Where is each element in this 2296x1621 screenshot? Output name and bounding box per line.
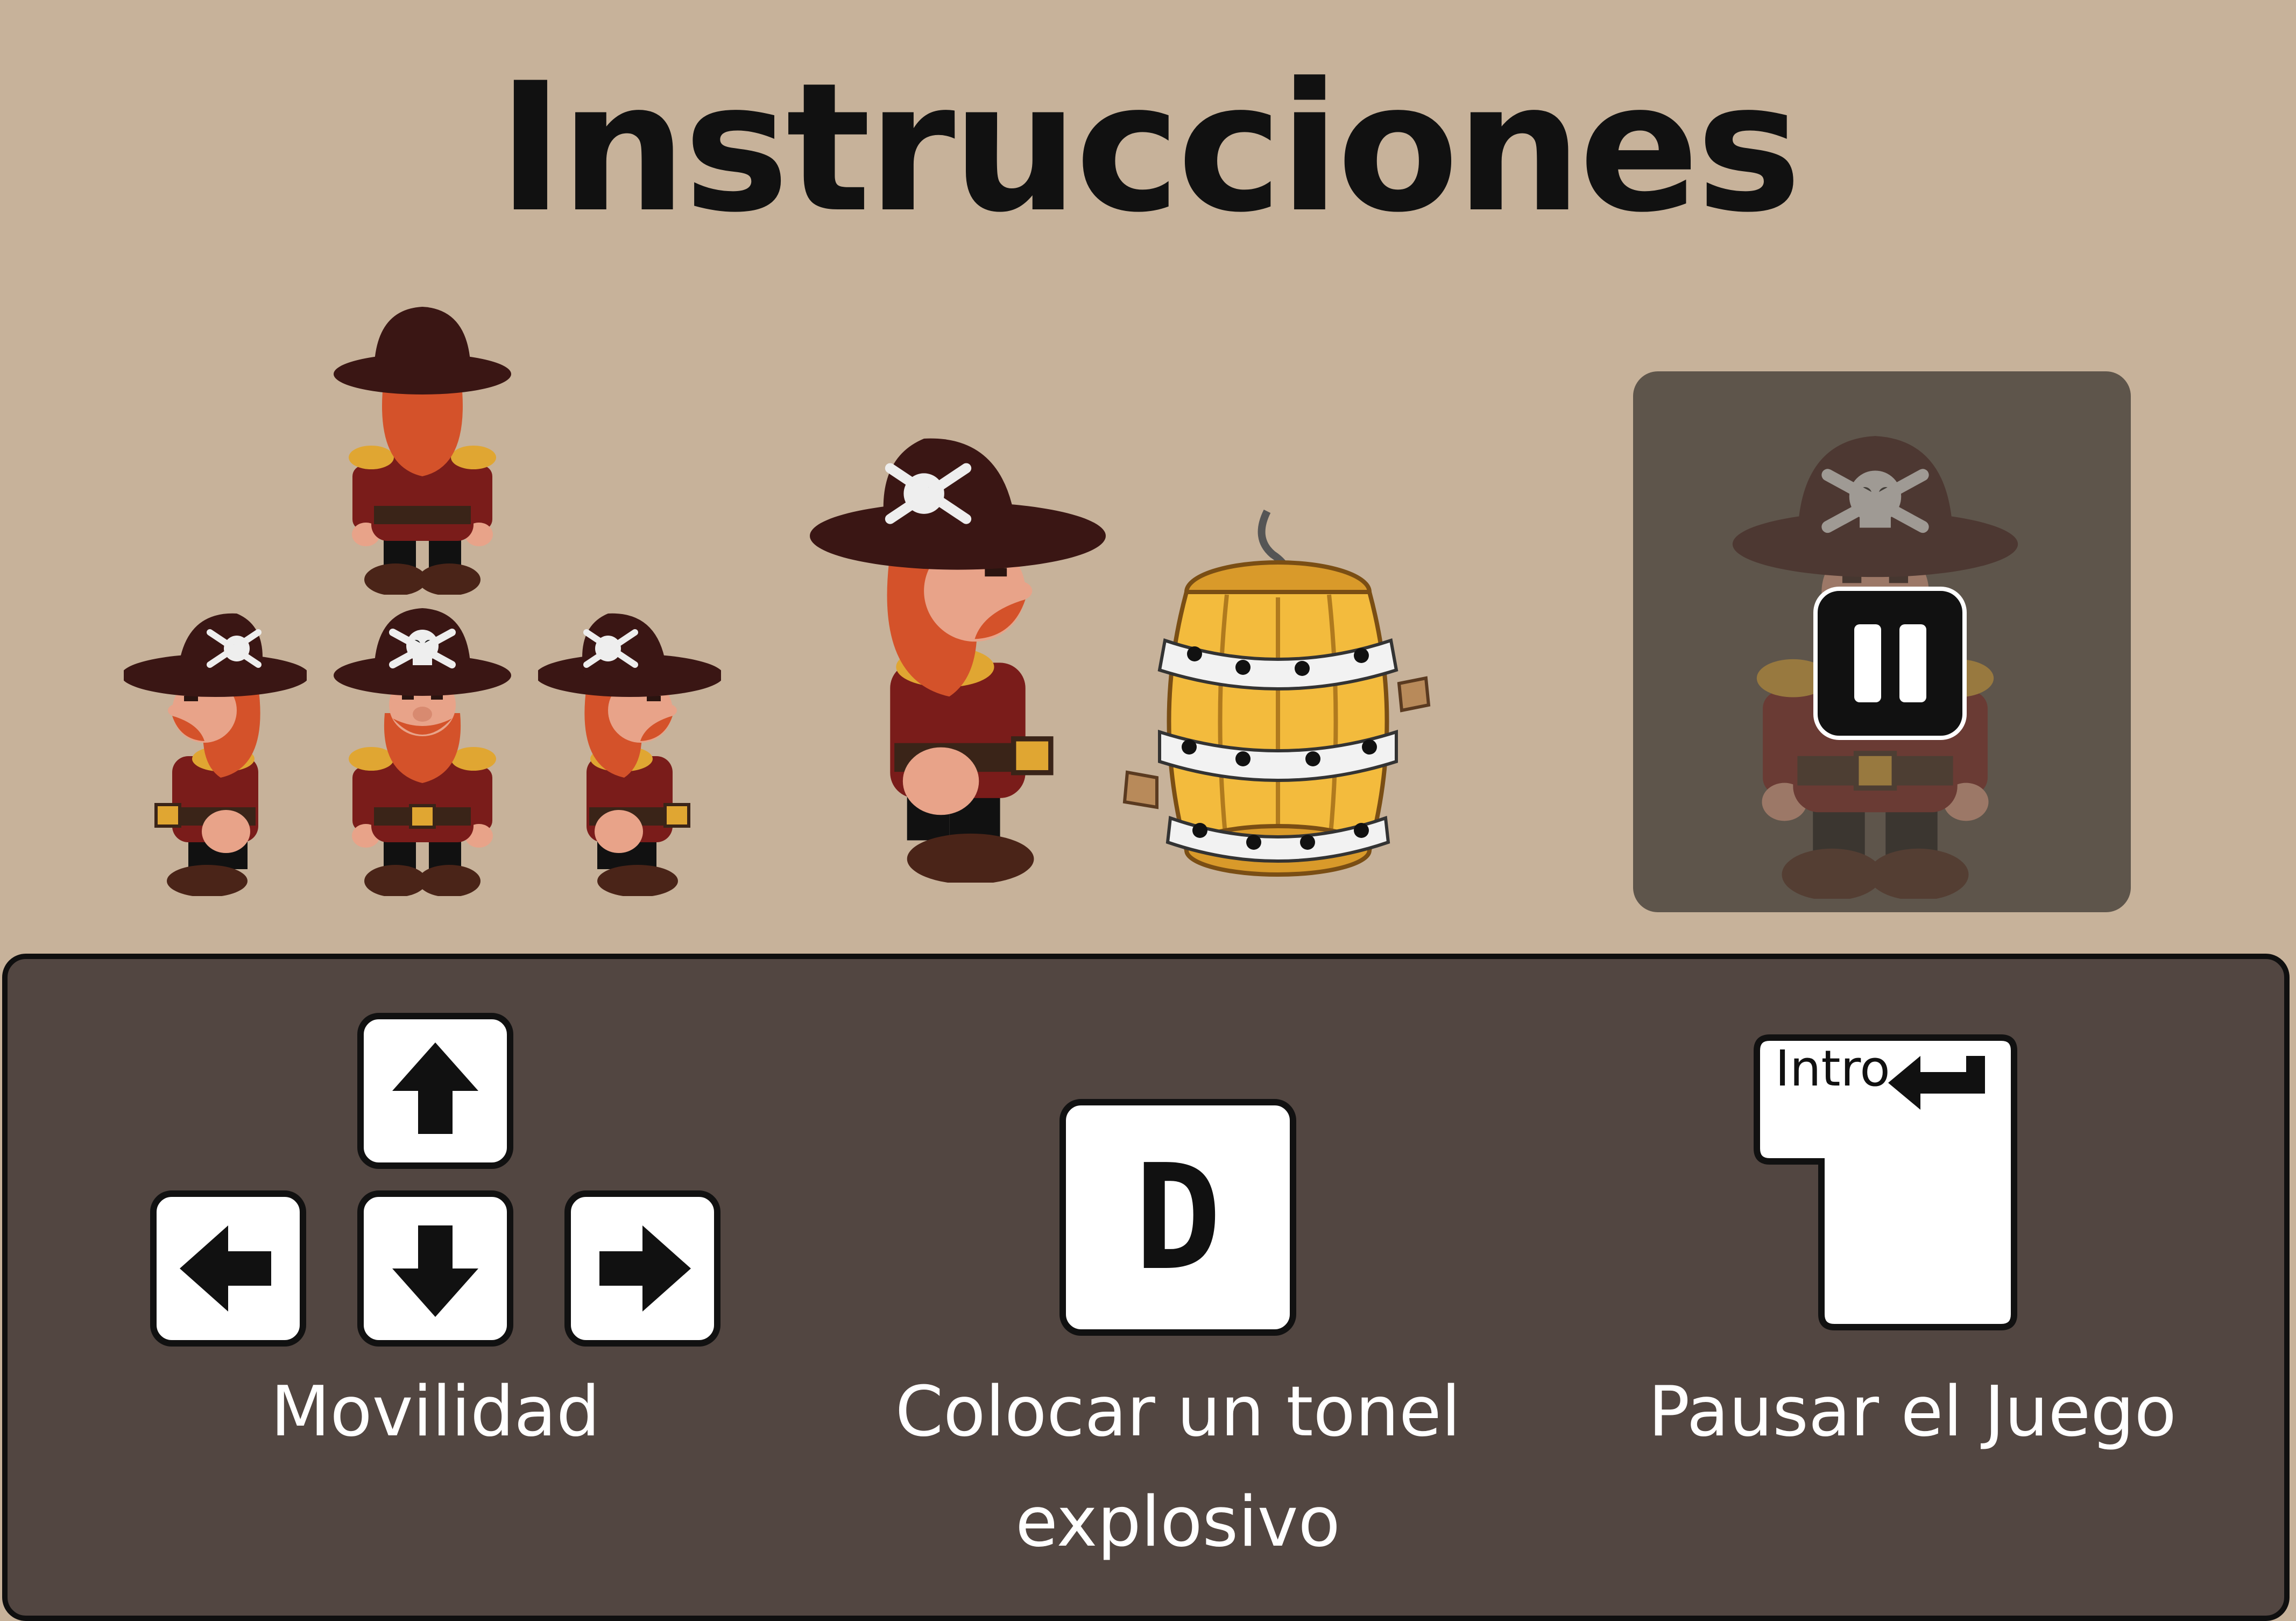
left-arrow-key[interactable]: [150, 1190, 306, 1347]
bomb-label: Colocar un tonel explosivo: [804, 1357, 1552, 1578]
intro-key-label: Intro: [1775, 1040, 1890, 1097]
pirate-placing-barrel-sprite: [807, 409, 1108, 883]
d-key-label: D: [1134, 1132, 1222, 1302]
explosive-barrel-sprite: [1122, 509, 1431, 877]
down-arrow-icon: [392, 1225, 478, 1317]
left-arrow-icon: [180, 1225, 271, 1312]
down-arrow-key[interactable]: [357, 1190, 513, 1347]
up-arrow-key[interactable]: [357, 1013, 513, 1169]
pirate-back-sprite: [334, 307, 511, 595]
pirate-right-sprite: [538, 595, 721, 896]
bomb-label-line2: explosivo: [1015, 1482, 1340, 1562]
pause-label: Pausar el Juego: [1648, 1372, 2177, 1452]
right-arrow-icon: [599, 1225, 691, 1312]
intro-key[interactable]: Intro: [1754, 1034, 2017, 1330]
d-key[interactable]: D: [1059, 1099, 1296, 1336]
pirate-left-sprite: [124, 595, 307, 896]
up-arrow-icon: [392, 1042, 478, 1134]
pirate-front-sprite: [331, 595, 514, 896]
pause-preview-panel: [1633, 371, 2131, 912]
controls-panel: Movilidad D Colocar un tonel explosivo I…: [2, 954, 2290, 1621]
bomb-label-line1: Colocar un tonel: [895, 1372, 1461, 1452]
right-arrow-key[interactable]: [564, 1190, 720, 1347]
page-title: Instrucciones: [497, 45, 1802, 251]
pause-icon: [1813, 587, 1967, 740]
movement-label: Movilidad: [270, 1372, 601, 1452]
